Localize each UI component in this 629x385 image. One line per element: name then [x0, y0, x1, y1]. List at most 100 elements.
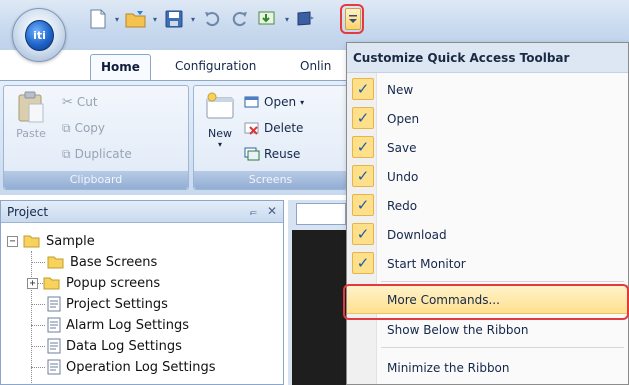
- menu-item-label: Save: [387, 140, 417, 155]
- undo-icon: [205, 12, 220, 27]
- open-screen-icon: [244, 96, 259, 108]
- screen-tab[interactable]: [296, 203, 346, 225]
- reuse-screen-button[interactable]: Reuse: [244, 144, 300, 164]
- pin-icon[interactable]: ⫭: [250, 204, 257, 219]
- duplicate-label: Duplicate: [74, 147, 132, 161]
- customize-qat-menu: Customize Quick Access Toolbar ✓ New ✓ O…: [346, 42, 629, 385]
- tree-item-popup-screens[interactable]: + Popup screens: [27, 273, 160, 293]
- qat-new-dropdown-icon[interactable]: ▾: [113, 15, 121, 24]
- menu-separator: [381, 347, 624, 348]
- checkmark-icon: ✓: [352, 107, 374, 129]
- menu-item-label: Download: [387, 227, 447, 242]
- duplicate-icon: ⧉: [62, 146, 71, 161]
- paste-button[interactable]: Paste: [10, 90, 52, 140]
- tree-item-label: Operation Log Settings: [66, 359, 216, 375]
- new-file-icon: [90, 9, 106, 29]
- menu-item-undo[interactable]: ✓ Undo: [347, 162, 628, 191]
- screen-canvas[interactable]: [292, 230, 348, 385]
- reuse-screen-label: Reuse: [264, 147, 301, 161]
- menu-header: Customize Quick Access Toolbar: [347, 43, 628, 73]
- tree-item-operation-log-settings[interactable]: Operation Log Settings: [47, 357, 216, 377]
- download-icon: [258, 11, 275, 25]
- menu-item-label: New: [387, 82, 414, 97]
- settings-document-icon: [47, 317, 61, 333]
- application-logo-icon: iti: [25, 20, 54, 51]
- close-icon[interactable]: ✕: [267, 204, 277, 219]
- folder-icon: [47, 256, 64, 269]
- qat-save-button[interactable]: [161, 7, 187, 31]
- open-screen-dropdown-icon: ▾: [300, 97, 305, 107]
- qat-open-dropdown-icon[interactable]: ▾: [151, 15, 159, 24]
- menu-item-label: Show Below the Ribbon: [387, 322, 529, 337]
- new-screen-label: New: [208, 127, 232, 140]
- tree-connector: [31, 251, 32, 383]
- qat-redo-button[interactable]: [227, 7, 253, 31]
- tree-connector: [31, 367, 45, 368]
- qat-undo-button[interactable]: [199, 7, 225, 31]
- scissors-icon: ✂: [62, 94, 73, 110]
- menu-item-save[interactable]: ✓ Save: [347, 133, 628, 162]
- save-icon: [165, 10, 183, 28]
- application-menu-button[interactable]: iti: [12, 8, 66, 62]
- project-tree: − Sample Base Screens + Popup screens Pr…: [1, 223, 283, 383]
- monitor-icon: [297, 11, 314, 26]
- qat-save-dropdown-icon[interactable]: ▾: [189, 15, 197, 24]
- menu-item-label: Start Monitor: [387, 256, 466, 271]
- delete-screen-label: Delete: [264, 121, 304, 135]
- tree-connector: [31, 262, 45, 263]
- settings-document-icon: [47, 338, 61, 354]
- open-screen-label: Open: [264, 95, 297, 109]
- new-screen-button[interactable]: New ▾: [200, 90, 240, 149]
- folder-open-icon: [23, 235, 40, 248]
- tree-item-label: Alarm Log Settings: [66, 317, 190, 333]
- tree-item-project-settings[interactable]: Project Settings: [47, 294, 168, 314]
- expand-icon[interactable]: +: [27, 277, 38, 289]
- new-screen-icon: [206, 92, 234, 119]
- qat-start-monitor-button[interactable]: [293, 7, 319, 31]
- menu-separator: [381, 281, 624, 282]
- tree-item-alarm-log-settings[interactable]: Alarm Log Settings: [47, 315, 189, 335]
- tree-item-label: Base Screens: [70, 254, 158, 270]
- tree-item-label: Sample: [46, 233, 95, 249]
- tree-connector: [31, 325, 45, 326]
- tree-connector: [31, 304, 45, 305]
- menu-item-redo[interactable]: ✓ Redo: [347, 191, 628, 220]
- menu-item-open[interactable]: ✓ Open: [347, 104, 628, 133]
- open-screen-button[interactable]: Open ▾: [244, 92, 304, 112]
- qat-download-dropdown-icon[interactable]: ▾: [283, 15, 291, 24]
- duplicate-button[interactable]: ⧉ Duplicate: [62, 144, 132, 164]
- menu-item-minimize-ribbon[interactable]: Minimize the Ribbon: [347, 353, 628, 382]
- folder-icon: [43, 277, 60, 290]
- new-screen-dropdown-icon: ▾: [217, 140, 222, 149]
- paste-icon: [18, 91, 44, 123]
- qat-open-button[interactable]: [123, 7, 149, 31]
- menu-item-download[interactable]: ✓ Download: [347, 220, 628, 249]
- tree-item-sample[interactable]: − Sample: [7, 231, 95, 251]
- tab-home[interactable]: Home: [90, 54, 151, 80]
- tree-item-base-screens[interactable]: Base Screens: [47, 252, 157, 272]
- menu-item-new[interactable]: ✓ New: [347, 75, 628, 104]
- menu-item-label: Redo: [387, 198, 418, 213]
- collapse-icon[interactable]: −: [7, 235, 18, 247]
- open-folder-icon: [125, 11, 146, 28]
- screens-group-label: Screens: [194, 171, 347, 189]
- cut-button[interactable]: ✂ Cut: [62, 92, 98, 112]
- tab-online[interactable]: Onlin: [290, 54, 341, 80]
- delete-screen-button[interactable]: Delete: [244, 118, 303, 138]
- settings-document-icon: [47, 296, 61, 312]
- tree-connector: [31, 346, 45, 347]
- tree-item-data-log-settings[interactable]: Data Log Settings: [47, 336, 182, 356]
- tree-item-label: Data Log Settings: [66, 338, 182, 354]
- qat-download-button[interactable]: [255, 7, 281, 31]
- screens-group: New ▾ Open ▾ Delete Reuse Screens: [193, 85, 348, 190]
- menu-item-start-monitor[interactable]: ✓ Start Monitor: [347, 249, 628, 278]
- quick-access-toolbar: ▾ ▾ ▾ ▾: [85, 5, 319, 33]
- checkmark-icon: ✓: [352, 194, 374, 216]
- copy-label: Copy: [74, 121, 106, 135]
- qat-new-button[interactable]: [85, 7, 111, 31]
- project-pane-title: Project: [7, 204, 49, 219]
- copy-button[interactable]: ⧉ Copy: [62, 118, 105, 138]
- paste-label: Paste: [16, 127, 46, 140]
- tab-configuration[interactable]: Configuration: [165, 54, 266, 80]
- clipboard-group-label: Clipboard: [4, 171, 188, 189]
